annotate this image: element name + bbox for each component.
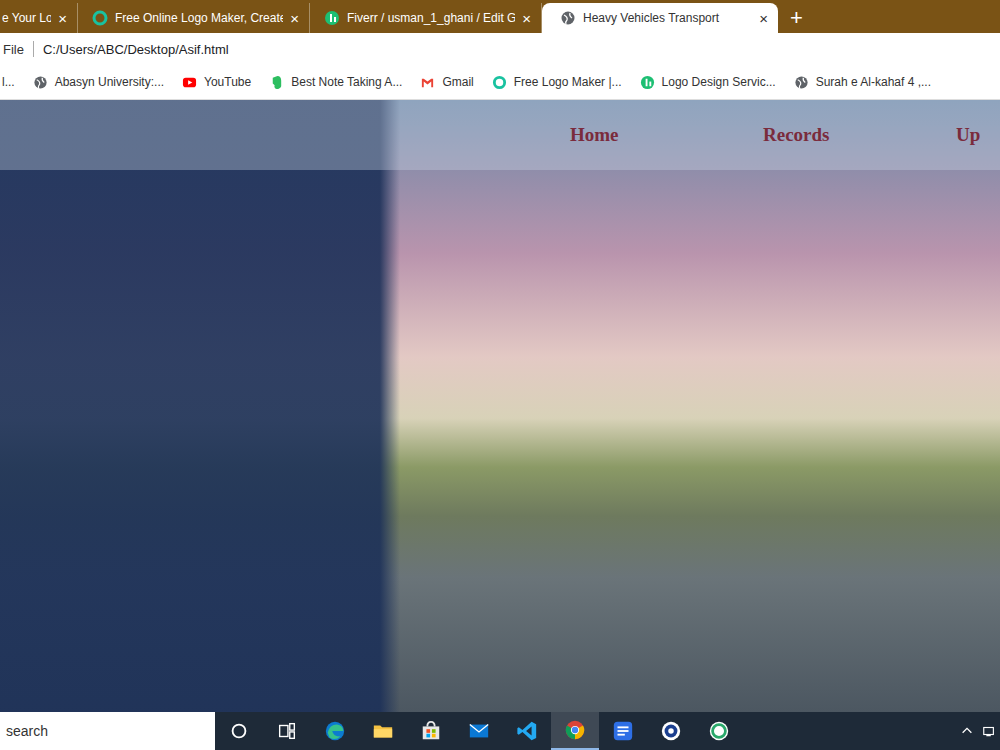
folder-icon <box>372 720 394 742</box>
bookmark-label: Free Logo Maker |... <box>514 75 622 89</box>
network-icon[interactable] <box>982 724 996 738</box>
taskbar-app[interactable] <box>599 712 647 750</box>
bookmark-label: Gmail <box>442 75 473 89</box>
globe-icon <box>794 75 809 90</box>
bookmark-label: Surah e Al-kahaf 4 ,... <box>816 75 931 89</box>
app-green-icon <box>708 720 730 742</box>
bookmark[interactable]: Abasyn University:... <box>33 75 164 90</box>
bookmark[interactable]: Best Note Taking A... <box>269 75 402 90</box>
logo-maker-icon <box>492 75 507 90</box>
address-url[interactable]: C:/Users/ABC/Desktop/Asif.html <box>43 42 229 57</box>
taskbar-app[interactable] <box>647 712 695 750</box>
wps-writer-icon <box>612 720 634 742</box>
nav-link[interactable]: Home <box>570 124 763 146</box>
globe-icon <box>33 75 48 90</box>
vscode-icon <box>516 720 538 742</box>
fiverr-icon <box>640 75 655 90</box>
search-placeholder: search <box>6 723 48 739</box>
nav-link[interactable]: Records <box>763 124 956 146</box>
taskbar-app[interactable] <box>407 712 455 750</box>
taskbar-app[interactable] <box>215 712 263 750</box>
site-nav: HomeRecordsUp <box>0 100 1000 170</box>
cortana-icon <box>228 720 250 742</box>
address-separator <box>33 41 34 57</box>
screen: e Your Lo×Free Online Logo Maker, Create… <box>0 0 1000 750</box>
browser-tab[interactable]: Free Online Logo Maker, Create ( × <box>78 3 310 33</box>
taskbar-app[interactable] <box>359 712 407 750</box>
tab-close-button[interactable]: × <box>58 11 67 26</box>
globe-icon <box>560 10 576 26</box>
taskbar: search <box>0 712 1000 750</box>
evernote-icon <box>269 75 284 90</box>
tab-label: Free Online Logo Maker, Create ( <box>115 11 283 25</box>
bookmark-label: l... <box>2 75 15 89</box>
task-view-icon <box>276 720 298 742</box>
browser-tab[interactable]: Heavy Vehicles Transport × <box>542 3 778 33</box>
youtube-icon <box>182 75 197 90</box>
taskbar-app[interactable] <box>503 712 551 750</box>
taskbar-app[interactable] <box>263 712 311 750</box>
bookmark-label: Best Note Taking A... <box>291 75 402 89</box>
chevron-up-icon[interactable] <box>960 724 974 738</box>
logo-maker-icon <box>92 10 108 26</box>
bookmarks-bar: l... Abasyn University:... YouTube Best Not… <box>0 65 1000 100</box>
store-icon <box>420 720 442 742</box>
new-tab-button[interactable]: + <box>778 3 815 33</box>
tab-label: Heavy Vehicles Transport <box>583 11 752 25</box>
taskbar-app[interactable] <box>551 712 599 750</box>
tab-label: Fiverr / usman_1_ghani / Edit Gig <box>347 11 515 25</box>
taskbar-apps <box>215 712 743 750</box>
chrome-icon <box>564 719 586 741</box>
bookmark-label: YouTube <box>204 75 251 89</box>
hero-photo: HomeRecordsUp <box>0 100 1000 712</box>
tab-close-button[interactable]: × <box>759 11 768 26</box>
tab-close-button[interactable]: × <box>522 11 531 26</box>
gmail-icon <box>420 75 435 90</box>
taskbar-app[interactable] <box>695 712 743 750</box>
taskbar-app[interactable] <box>455 712 503 750</box>
fiverr-icon <box>324 10 340 26</box>
tab-strip: e Your Lo×Free Online Logo Maker, Create… <box>0 0 1000 33</box>
browser-tab[interactable]: Fiverr / usman_1_ghani / Edit Gig × <box>310 3 542 33</box>
browser-tab[interactable]: e Your Lo × <box>0 3 78 33</box>
address-bar[interactable]: File C:/Users/ABC/Desktop/Asif.html <box>0 33 1000 65</box>
bookmark-label: Logo Design Servic... <box>662 75 776 89</box>
mail-icon <box>468 720 490 742</box>
taskbar-app[interactable] <box>311 712 359 750</box>
app-circle-icon <box>660 720 682 742</box>
bookmark[interactable]: l... <box>2 75 15 89</box>
bookmark[interactable]: Surah e Al-kahaf 4 ,... <box>794 75 931 90</box>
taskbar-search[interactable]: search <box>0 712 215 750</box>
tab-close-button[interactable]: × <box>290 11 299 26</box>
system-tray <box>960 712 1000 750</box>
nav-link[interactable]: Up <box>956 124 980 146</box>
tab-label: e Your Lo <box>2 11 51 25</box>
bookmark-label: Abasyn University:... <box>55 75 164 89</box>
bookmark[interactable]: Free Logo Maker |... <box>492 75 622 90</box>
bookmark[interactable]: Logo Design Servic... <box>640 75 776 90</box>
bookmark[interactable]: Gmail <box>420 75 473 90</box>
edge-icon <box>324 720 346 742</box>
bookmark[interactable]: YouTube <box>182 75 251 90</box>
address-scheme: File <box>3 42 24 57</box>
